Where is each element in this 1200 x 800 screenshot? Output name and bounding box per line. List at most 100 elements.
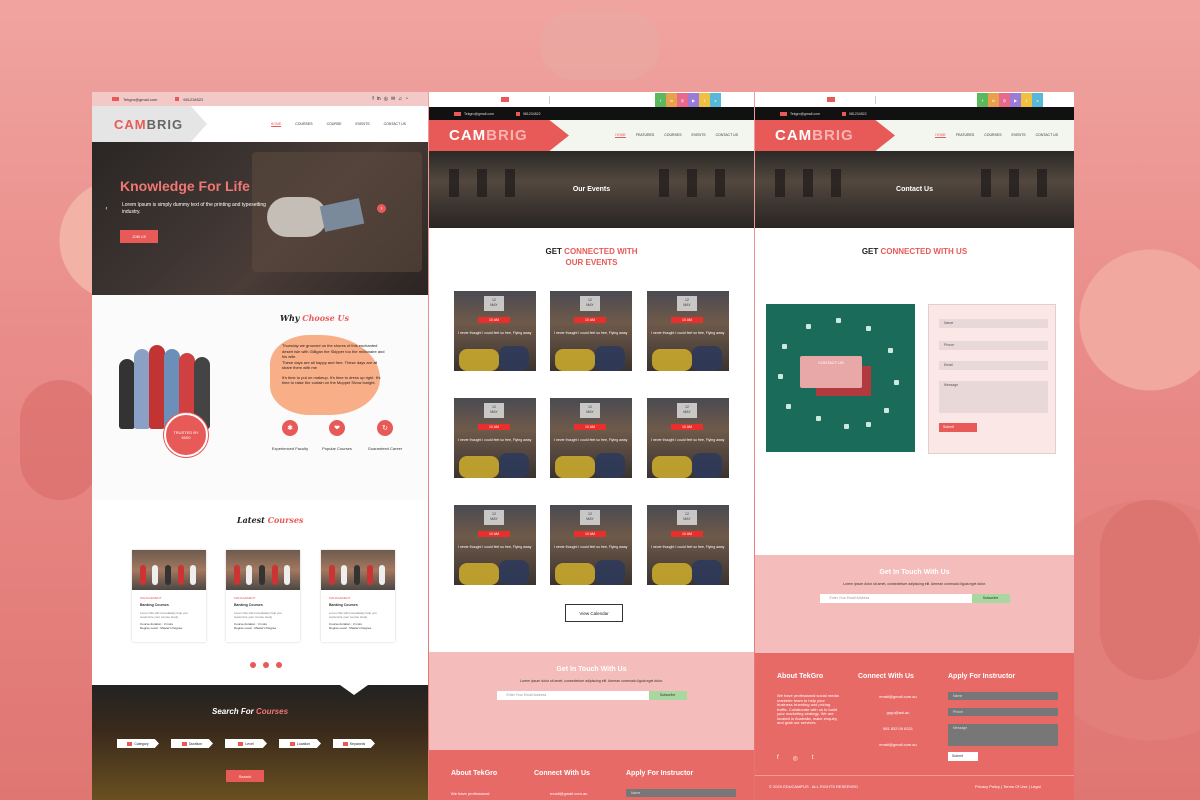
- carousel-dot[interactable]: [250, 662, 256, 668]
- apply-phone-input[interactable]: Phone: [948, 708, 1058, 716]
- event-card[interactable]: 12 MAY 10 AM I never thought I could feel s…: [647, 291, 729, 371]
- nav-features[interactable]: FEATURES: [636, 133, 654, 138]
- instagram-icon[interactable]: ◎: [677, 93, 688, 107]
- footer-apply-title: Apply For Instructor: [626, 770, 694, 777]
- facebook-icon[interactable]: f: [655, 93, 666, 107]
- feature-courses[interactable]: ❤ Popular Courses: [312, 420, 362, 451]
- join-us-button[interactable]: JOIN US: [120, 230, 158, 243]
- event-card[interactable]: 12 MAY 10 AM I never thought I could feel s…: [454, 398, 536, 478]
- footer-email-3[interactable]: email@gmail.com.au: [858, 742, 938, 747]
- course-card[interactable]: MANAGEMENT Banking Courses Lorem We will…: [321, 550, 395, 642]
- skype-icon[interactable]: s: [710, 93, 721, 107]
- category-filter[interactable]: Category: [117, 739, 159, 748]
- subscribe-button[interactable]: Subscribe: [648, 691, 687, 700]
- nav-home[interactable]: HOME: [615, 133, 626, 138]
- submit-button[interactable]: Submit: [939, 423, 977, 432]
- event-card[interactable]: 12 MAY 10 AM I never thought I could feel s…: [550, 505, 632, 585]
- subscribe-button[interactable]: Subscribe: [971, 594, 1010, 603]
- contact-phone[interactable]: 981234522: [183, 97, 203, 102]
- course-card[interactable]: MANAGEMENT Banking Courses Lorem We will…: [226, 550, 300, 642]
- twitter-icon[interactable]: t: [1021, 93, 1032, 107]
- course-card[interactable]: MANAGEMENT Banking Courses Lorem We will…: [132, 550, 206, 642]
- nav-courses[interactable]: COURSES: [295, 122, 312, 127]
- nav-features[interactable]: FEATURES: [956, 133, 974, 138]
- contact-phone[interactable]: 981234522: [849, 112, 867, 116]
- twitter-icon[interactable]: t: [699, 93, 710, 107]
- phone-input[interactable]: Phone: [939, 341, 1048, 350]
- footer-email-2[interactable]: grgo@aol.ac: [858, 710, 938, 715]
- logo-plate[interactable]: CAMBRIG: [755, 120, 895, 151]
- level-filter[interactable]: Level: [225, 739, 267, 748]
- logo[interactable]: CAMBRIG: [775, 127, 854, 144]
- clock-icon[interactable]: ◔: [405, 96, 408, 102]
- newsletter-email-input[interactable]: Enter Your Email Address: [496, 691, 649, 700]
- nav-courses[interactable]: COURSES: [984, 133, 1001, 138]
- youtube-icon[interactable]: ▶: [688, 93, 699, 107]
- logo-plate[interactable]: CAMBRIG: [429, 120, 569, 151]
- skype-icon[interactable]: s: [1032, 93, 1043, 107]
- nav-contact[interactable]: CONTACT US: [716, 133, 738, 138]
- youtube-icon[interactable]: ▶: [1010, 93, 1021, 107]
- footer-email[interactable]: email@gmail.com.au: [858, 694, 938, 699]
- linkedin-icon[interactable]: in: [988, 93, 999, 107]
- nav-home[interactable]: HOME: [935, 133, 946, 138]
- event-card[interactable]: 12 MAY 10 AM I never thought I could feel s…: [454, 291, 536, 371]
- name-input[interactable]: Name: [939, 319, 1048, 328]
- contact-email[interactable]: Tekgro@gmail.com: [123, 97, 157, 102]
- logo-plate[interactable]: CAMBRIG: [92, 106, 207, 142]
- instagram-icon[interactable]: ◎: [999, 93, 1010, 107]
- carousel-dot[interactable]: [263, 662, 269, 668]
- contact-email[interactable]: Tekgro@gmail.com: [790, 112, 820, 116]
- nav-events[interactable]: EVENTS: [1012, 133, 1026, 138]
- event-card[interactable]: 12 MAY 10 AM I never thought I could feel s…: [550, 291, 632, 371]
- newsletter-text: Lorem ipsum dolor sit amet, consectetuer…: [520, 679, 663, 683]
- nav-events[interactable]: EVENTS: [356, 122, 370, 127]
- instagram-icon[interactable]: ◎: [384, 96, 388, 102]
- nav-contact[interactable]: CONTACT US: [1036, 133, 1058, 138]
- logo[interactable]: CAMBRIG: [449, 127, 528, 144]
- nav-home[interactable]: HOME: [270, 122, 282, 127]
- email-input[interactable]: Email: [939, 361, 1048, 370]
- contact-phone[interactable]: 981234522: [523, 112, 541, 116]
- duration-filter[interactable]: Duration: [171, 739, 213, 748]
- event-card[interactable]: 12 MAY 10 AM I never thought I could feel s…: [454, 505, 536, 585]
- apply-message-input[interactable]: Message: [948, 724, 1058, 746]
- mail-link-icon[interactable]: ✉: [391, 96, 395, 102]
- search-button[interactable]: Search: [226, 770, 264, 782]
- apply-name-input[interactable]: Name: [948, 692, 1058, 700]
- view-calendar-button[interactable]: View Calendar: [565, 604, 623, 622]
- feature-faculty[interactable]: ✱ Experienced Faculty: [265, 420, 315, 451]
- nav-courses[interactable]: COURSES: [664, 133, 681, 138]
- feature-career[interactable]: ↻ Guaranteed Career: [360, 420, 410, 451]
- instagram-icon[interactable]: ◎: [793, 755, 798, 762]
- flag-icon[interactable]: [827, 97, 835, 102]
- keywords-filter[interactable]: Keywords: [333, 739, 375, 748]
- event-card[interactable]: 12 MAY 10 AM I never thought I could feel s…: [647, 505, 729, 585]
- linkedin-icon[interactable]: in: [666, 93, 677, 107]
- facebook-icon[interactable]: f: [372, 96, 373, 102]
- facebook-icon[interactable]: f: [777, 755, 779, 762]
- slider-next-icon[interactable]: ›: [377, 204, 386, 213]
- flag-icon[interactable]: [501, 97, 509, 102]
- twitter-icon[interactable]: t: [812, 755, 814, 762]
- slider-prev-icon[interactable]: ‹: [102, 204, 111, 213]
- nav-events[interactable]: EVENTS: [692, 133, 706, 138]
- nav-course[interactable]: COURSE: [327, 122, 342, 127]
- carousel-dot[interactable]: [276, 662, 282, 668]
- event-card[interactable]: 12 MAY 10 AM I never thought I could feel s…: [647, 398, 729, 478]
- contact-email[interactable]: Tekgro@gmail.com: [464, 112, 494, 116]
- footer-phone[interactable]: 981 832 09 8321: [858, 726, 938, 731]
- logo[interactable]: CAMBRIG: [114, 117, 183, 132]
- apply-name-input[interactable]: Name: [626, 789, 736, 797]
- newsletter-email-input[interactable]: Enter Your Email Address: [819, 594, 972, 603]
- message-textarea[interactable]: Message: [939, 381, 1048, 413]
- location-filter[interactable]: Location: [279, 739, 321, 748]
- level-icon: [238, 741, 244, 746]
- footer-legal-links[interactable]: Privacy Policy | Terms Of Use | Legal: [975, 784, 1041, 789]
- apply-submit-button[interactable]: Submit: [948, 752, 978, 761]
- nav-contact[interactable]: CONTACT US: [384, 122, 406, 127]
- event-card[interactable]: 12 MAY 10 AM I never thought I could feel s…: [550, 398, 632, 478]
- facebook-icon[interactable]: f: [977, 93, 988, 107]
- linkedin-icon[interactable]: in: [377, 96, 381, 102]
- skype-icon[interactable]: ♫: [398, 96, 402, 102]
